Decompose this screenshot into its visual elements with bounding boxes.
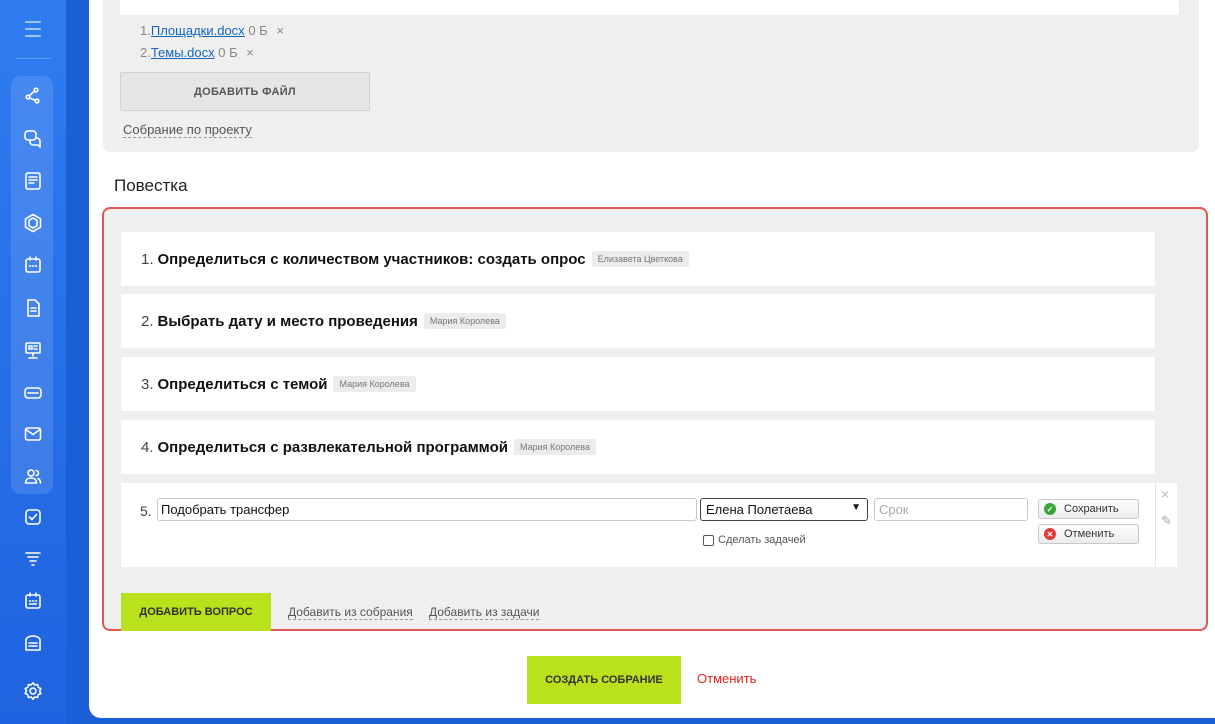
cancel-link[interactable]: Отменить (697, 671, 756, 686)
responsible-select[interactable]: Елена Полетаева ▼ (700, 498, 868, 521)
responsible-select-value: Елена Полетаева (706, 502, 813, 517)
responsible-badge: Мария Королева (333, 376, 416, 392)
cancel-button-label: Отменить (1064, 528, 1115, 540)
add-from-meeting-link[interactable]: Добавить из собрания (288, 605, 413, 620)
chevron-down-icon: ▼ (851, 502, 861, 513)
users-icon[interactable] (21, 464, 45, 488)
agenda-item-text: Определиться с количеством участников: с… (157, 250, 586, 268)
responsible-badge: Мария Королева (423, 313, 506, 329)
schedule-icon[interactable] (21, 589, 45, 613)
file-index: 2. (140, 45, 151, 60)
agenda-item-number: 5. (140, 503, 152, 519)
agenda-item-text: Определиться с развлекательной программо… (157, 438, 508, 456)
file-link[interactable]: Площадки.docx (151, 23, 245, 38)
deadline-input[interactable] (874, 498, 1028, 521)
save-button-label: Сохранить (1064, 503, 1119, 515)
responsible-badge: Мария Королева (513, 439, 596, 455)
create-meeting-button[interactable]: СОЗДАТЬ СОБРАНИЕ (527, 656, 681, 704)
file-size: 0 Б (218, 45, 238, 60)
agenda-item-text: Определиться с темой (157, 375, 328, 393)
responsible-badge: Елизавета Цветкова (591, 251, 689, 267)
calendar-icon[interactable] (21, 253, 45, 277)
meeting-info-card: 1.Площадки.docx 0 Б × 2.Темы.docx 0 Б × … (103, 0, 1199, 152)
agenda-item-number: 2. (141, 312, 154, 330)
close-icon[interactable]: × (1161, 486, 1169, 502)
checkbox-box[interactable] (703, 534, 714, 546)
filter-icon[interactable] (21, 547, 45, 571)
agenda-item-text: Выбрать дату и место проведения (157, 312, 418, 330)
text-area-bottom (120, 0, 1179, 15)
agenda-item[interactable]: 2. Выбрать дату и место проведения Мария… (121, 294, 1155, 348)
pencil-icon[interactable]: ✎ (1161, 513, 1172, 529)
hexagon-icon[interactable] (21, 211, 45, 235)
drive-icon[interactable] (21, 380, 45, 404)
add-question-button[interactable]: ДОБАВИТЬ ВОПРОС (121, 593, 271, 631)
project-link[interactable]: Собрание по проекту (123, 122, 252, 138)
sidebar (0, 0, 66, 724)
menu-icon[interactable] (23, 21, 43, 37)
file-index: 1. (140, 23, 151, 38)
mail-icon[interactable] (21, 422, 45, 446)
make-task-label: Сделать задачей (718, 534, 806, 546)
remove-file-icon[interactable]: × (276, 23, 284, 38)
agenda-item[interactable]: 1. Определиться с количеством участников… (121, 232, 1155, 286)
add-from-task-link[interactable]: Добавить из задачи (429, 605, 540, 620)
cancel-icon: ✕ (1044, 528, 1056, 540)
cancel-edit-button[interactable]: ✕ Отменить (1038, 524, 1139, 544)
checkbox-icon[interactable] (21, 505, 45, 529)
agenda-item-number: 4. (141, 438, 154, 456)
agenda-item-number: 1. (141, 250, 154, 268)
building-icon[interactable] (21, 631, 45, 655)
main-panel: 1.Площадки.docx 0 Б × 2.Темы.docx 0 Б × … (89, 0, 1215, 718)
document-icon[interactable] (21, 296, 45, 320)
save-button[interactable]: ✓ Сохранить (1038, 499, 1139, 519)
agenda-section: 1. Определиться с количеством участников… (102, 207, 1208, 631)
file-link[interactable]: Темы.docx (151, 45, 215, 60)
make-task-checkbox[interactable]: Сделать задачей (703, 534, 806, 546)
agenda-item[interactable]: 3. Определиться с темой Мария Королева (121, 357, 1155, 411)
agenda-item-number: 3. (141, 375, 154, 393)
add-file-button[interactable]: ДОБАВИТЬ ФАЙЛ (120, 72, 370, 111)
file-item: 1.Площадки.docx 0 Б × (140, 23, 284, 38)
file-item: 2.Темы.docx 0 Б × (140, 45, 254, 60)
news-icon[interactable] (21, 169, 45, 193)
remove-file-icon[interactable]: × (246, 45, 254, 60)
check-icon: ✓ (1044, 503, 1056, 515)
workflow-icon[interactable] (21, 84, 45, 108)
chat-icon[interactable] (21, 126, 45, 150)
presentation-icon[interactable] (21, 338, 45, 362)
agenda-title: Повестка (114, 176, 188, 195)
file-size: 0 Б (248, 23, 268, 38)
sidebar-divider (15, 58, 51, 59)
question-input[interactable] (157, 498, 697, 521)
settings-icon[interactable] (21, 679, 45, 703)
agenda-item[interactable]: 4. Определиться с развлекательной програ… (121, 420, 1155, 474)
agenda-item-editor: 5. Елена Полетаева ▼ Сделать задачей ✓ С… (121, 483, 1155, 567)
